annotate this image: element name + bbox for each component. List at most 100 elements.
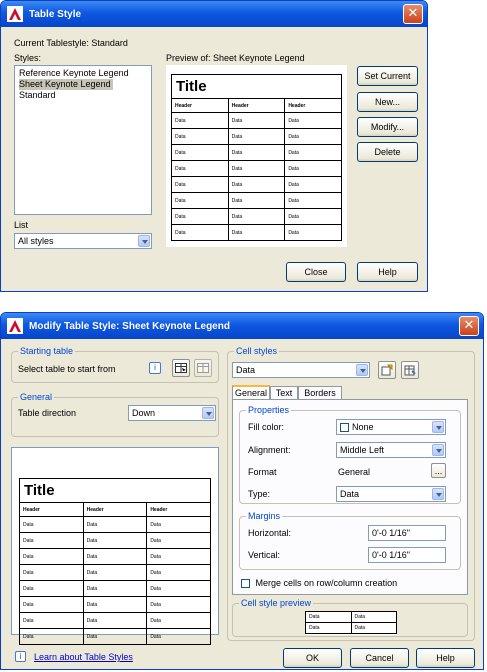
data-cell: Data <box>82 580 148 597</box>
preview-title: Title <box>19 478 211 502</box>
data-cell: Data <box>171 112 229 129</box>
set-current-button[interactable]: Set Current <box>357 66 418 86</box>
remove-table-icon[interactable] <box>194 359 212 377</box>
cell-styles-group: Cell styles Data General Text Borders Pr… <box>227 346 475 641</box>
margins-group: Margins Horizontal: 0'-0 1/16" Vertical:… <box>239 511 461 570</box>
delete-button[interactable]: Delete <box>357 142 418 162</box>
properties-label: Properties <box>246 405 292 415</box>
ok-button[interactable]: OK <box>283 648 342 668</box>
title-bar: Table Style ✕ <box>1 1 427 27</box>
autocad-icon <box>7 6 23 22</box>
data-cell: Data <box>305 611 352 623</box>
vertical-margin-input[interactable]: 0'-0 1/16" <box>368 547 446 563</box>
data-cell: Data <box>82 532 148 549</box>
data-cell: Data <box>227 112 286 129</box>
help-button[interactable]: Help <box>357 262 418 282</box>
preview-title: Title <box>171 74 342 98</box>
learn-table-styles-link[interactable]: Learn about Table Styles <box>34 652 133 662</box>
tab-panel: Properties Fill color: None Alignment: M… <box>232 399 468 595</box>
data-cell: Data <box>19 516 84 533</box>
cell-style-preview: Data Data Data Data <box>305 611 397 635</box>
header-cell: Header <box>82 502 148 517</box>
list-filter-select[interactable]: All styles <box>14 233 152 249</box>
general-label: General <box>18 392 55 402</box>
table-preview: Title Header Header Header Data Data Data Da… <box>166 65 347 247</box>
data-cell: Data <box>146 628 211 645</box>
autocad-icon <box>7 318 23 334</box>
format-label: Format <box>248 467 277 477</box>
chevron-down-icon[interactable] <box>432 421 444 433</box>
data-cell: Data <box>284 176 342 193</box>
data-cell: Data <box>19 532 84 549</box>
type-select[interactable]: Data <box>336 486 446 502</box>
table-direction-select[interactable]: Down <box>128 405 216 421</box>
styles-label: Styles: <box>14 53 42 63</box>
data-cell: Data <box>171 192 229 209</box>
alignment-select[interactable]: Middle Left <box>336 442 446 458</box>
header-cell: Header <box>227 98 286 113</box>
type-value: Data <box>340 489 360 499</box>
title-bar: Modify Table Style: Sheet Keynote Legend… <box>1 313 483 339</box>
table-style-dialog: Table Style ✕ Current Tablestyle: Standa… <box>0 0 428 292</box>
manage-cell-styles-icon[interactable] <box>401 361 419 379</box>
table-direction-value: Down <box>132 408 156 418</box>
cell-style-select[interactable]: Data <box>232 362 370 378</box>
data-cell: Data <box>284 144 342 161</box>
close-button[interactable]: Close <box>286 262 346 282</box>
modify-button[interactable]: Modify... <box>357 117 418 137</box>
chevron-down-icon[interactable] <box>432 444 444 456</box>
data-cell: Data <box>19 596 84 613</box>
cancel-button[interactable]: Cancel <box>350 648 409 668</box>
tab-general[interactable]: General <box>232 385 270 400</box>
data-cell: Data <box>19 548 84 565</box>
list-item[interactable]: Standard <box>19 90 147 101</box>
data-cell: Data <box>305 622 352 634</box>
merge-cells-checkbox[interactable] <box>241 579 250 589</box>
chevron-down-icon[interactable] <box>138 235 150 247</box>
new-button[interactable]: New... <box>357 92 418 112</box>
create-cell-style-icon[interactable] <box>378 361 396 379</box>
close-icon[interactable]: ✕ <box>459 316 479 336</box>
data-cell: Data <box>284 192 342 209</box>
format-value: General <box>338 467 371 477</box>
format-button[interactable]: ... <box>431 463 446 478</box>
color-swatch <box>340 423 349 433</box>
help-button[interactable]: Help <box>416 648 475 668</box>
horizontal-label: Horizontal: <box>248 528 292 538</box>
header-cell: Header <box>146 502 211 517</box>
tab-borders[interactable]: Borders <box>298 386 342 400</box>
tab-text[interactable]: Text <box>270 386 298 400</box>
data-cell: Data <box>146 580 211 597</box>
alignment-label: Alignment: <box>248 445 291 455</box>
data-cell: Data <box>350 622 397 634</box>
data-cell: Data <box>227 192 286 209</box>
data-cell: Data <box>227 144 286 161</box>
data-cell: Data <box>284 112 342 129</box>
cell-style-preview-label: Cell style preview <box>239 598 314 608</box>
data-cell: Data <box>82 564 148 581</box>
data-cell: Data <box>82 612 148 629</box>
info-icon: i <box>15 651 26 662</box>
list-item[interactable]: Reference Keynote Legend <box>19 68 147 79</box>
data-cell: Data <box>146 612 211 629</box>
data-cell: Data <box>227 224 286 241</box>
header-cell: Header <box>171 98 229 113</box>
header-cell: Header <box>19 502 84 517</box>
margins-label: Margins <box>246 511 283 521</box>
fill-color-select[interactable]: None <box>336 419 446 435</box>
starting-table-label: Starting table <box>18 346 76 356</box>
styles-list[interactable]: Reference Keynote Legend Sheet Keynote L… <box>14 65 152 215</box>
data-cell: Data <box>171 144 229 161</box>
data-cell: Data <box>146 532 211 549</box>
chevron-down-icon[interactable] <box>432 488 444 500</box>
data-cell: Data <box>19 580 84 597</box>
chevron-down-icon[interactable] <box>356 364 368 376</box>
cell-styles-label: Cell styles <box>234 346 280 356</box>
merge-cells-option[interactable]: Merge cells on row/column creation <box>241 578 397 589</box>
horizontal-margin-input[interactable]: 0'-0 1/16" <box>368 525 446 541</box>
list-item[interactable]: Sheet Keynote Legend <box>19 79 113 90</box>
close-icon[interactable]: ✕ <box>403 4 423 24</box>
chevron-down-icon[interactable] <box>202 407 214 419</box>
current-style-label: Current Tablestyle: Standard <box>14 38 128 48</box>
select-table-icon[interactable] <box>172 359 190 377</box>
